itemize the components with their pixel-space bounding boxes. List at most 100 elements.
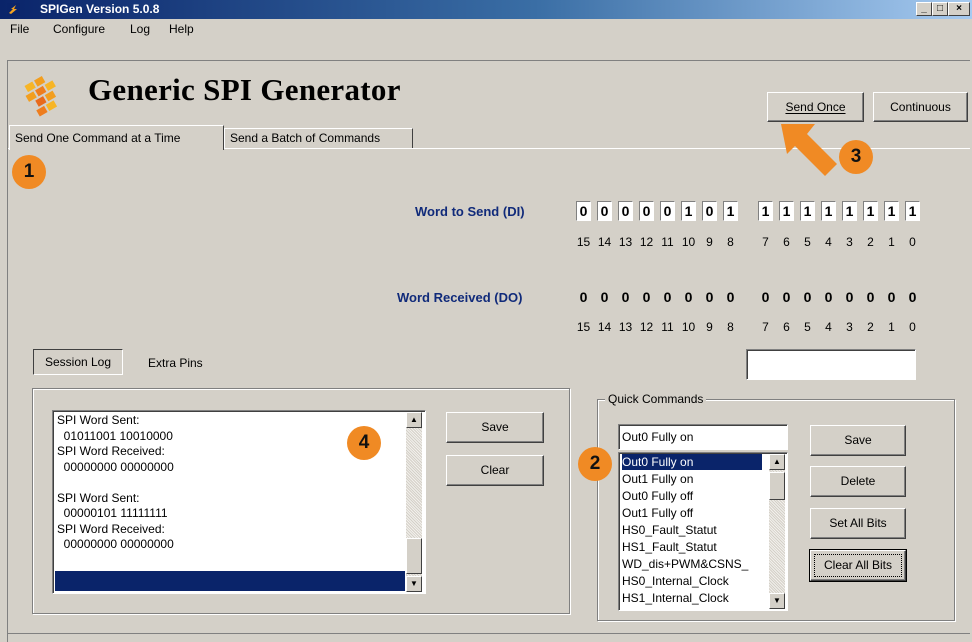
scroll-up-icon[interactable]: ▲ <box>406 412 422 428</box>
recv-bit-high-1: 0 <box>600 289 609 305</box>
quick-command-item[interactable]: HS1_Fault_Statut <box>622 539 762 555</box>
word-received-label: Word Received (DO) <box>397 290 523 305</box>
tab-send-one-command[interactable]: Send One Command at a Time <box>9 125 224 150</box>
log-line: SPI Word Sent: <box>57 490 140 505</box>
minimize-button[interactable]: _ <box>916 2 932 16</box>
send-bit-index-low-1: 6 <box>783 235 790 249</box>
qc-scroll-down-icon[interactable]: ▼ <box>769 593 785 609</box>
quick-commands-title: Quick Commands <box>605 392 707 406</box>
clear-all-bits-button[interactable]: Clear All Bits <box>809 549 907 582</box>
send-bit-high-4[interactable]: 0 <box>660 201 675 221</box>
send-bit-low-5[interactable]: 1 <box>863 201 878 221</box>
send-bit-low-4[interactable]: 1 <box>842 201 857 221</box>
send-bit-low-1[interactable]: 1 <box>779 201 794 221</box>
menu-log[interactable]: Log <box>130 22 150 36</box>
quick-command-item[interactable]: Out0 Fully on <box>622 454 762 470</box>
menu-configure[interactable]: Configure <box>53 22 105 36</box>
log-clear-button[interactable]: Clear <box>446 455 544 486</box>
send-bit-index-low-2: 5 <box>804 235 811 249</box>
qc-scroll-thumb[interactable] <box>769 472 785 500</box>
recv-bit-low-3: 0 <box>824 289 833 305</box>
quick-command-item[interactable]: HS1_Internal_Clock <box>622 590 762 606</box>
tab-send-batch-label: Send a Batch of Commands <box>230 131 381 145</box>
qc-save-button[interactable]: Save <box>810 425 906 456</box>
recv-bit-low-1: 0 <box>782 289 791 305</box>
recv-bit-index-low-5: 2 <box>867 320 874 334</box>
recv-bit-low-2: 0 <box>803 289 812 305</box>
bit-index-row-send-low: 76543210 <box>758 235 928 251</box>
pointer-arrow-icon <box>781 124 837 176</box>
panel-top-edge <box>8 60 970 61</box>
send-bit-high-0[interactable]: 0 <box>576 201 591 221</box>
recv-bit-high-5: 0 <box>684 289 693 305</box>
recv-bit-high-3: 0 <box>642 289 651 305</box>
recv-bit-index-low-3: 4 <box>825 320 832 334</box>
qc-delete-label: Delete <box>840 474 876 488</box>
session-log-tab[interactable]: Session Log <box>33 349 123 375</box>
send-high-byte: 00000101 <box>576 201 746 223</box>
log-save-label: Save <box>481 420 509 434</box>
recv-bit-index-high-7: 8 <box>727 320 734 334</box>
log-clear-label: Clear <box>480 463 510 477</box>
tab-send-batch[interactable]: Send a Batch of Commands <box>224 128 413 148</box>
send-bit-high-3[interactable]: 0 <box>639 201 654 221</box>
recv-bit-low-7: 0 <box>908 289 917 305</box>
scroll-thumb[interactable] <box>406 538 422 574</box>
send-bit-high-7[interactable]: 1 <box>723 201 738 221</box>
quick-command-item[interactable]: HS0_Internal_Clock <box>622 573 762 589</box>
send-bit-index-low-3: 4 <box>825 235 832 249</box>
send-once-label: Send Once <box>785 100 846 114</box>
send-bit-low-2[interactable]: 1 <box>800 201 815 221</box>
quick-command-item[interactable]: WD_dis+PWM&CSNS_ <box>622 556 762 572</box>
app-icon <box>7 3 20 16</box>
maximize-button[interactable]: □ <box>932 2 948 16</box>
send-bit-index-high-5: 10 <box>681 235 696 249</box>
recv-bit-index-high-5: 10 <box>681 320 696 334</box>
send-bit-low-0[interactable]: 1 <box>758 201 773 221</box>
recv-bit-high-7: 0 <box>726 289 735 305</box>
recv-bit-index-high-3: 12 <box>639 320 654 334</box>
log-line: 00000000 00000000 <box>57 537 174 551</box>
qc-scroll-up-icon[interactable]: ▲ <box>769 454 785 470</box>
send-bit-low-6[interactable]: 1 <box>884 201 899 221</box>
send-bit-low-3[interactable]: 1 <box>821 201 836 221</box>
recv-bit-index-low-2: 5 <box>804 320 811 334</box>
send-bit-index-low-0: 7 <box>762 235 769 249</box>
freescale-logo-icon <box>24 76 58 117</box>
send-low-byte: 11111111 <box>758 201 928 223</box>
quick-command-scrollbar[interactable]: ▲ ▼ <box>769 454 785 609</box>
extra-pins-tab[interactable]: Extra Pins <box>148 356 203 370</box>
send-bit-high-1[interactable]: 0 <box>597 201 612 221</box>
qc-delete-button[interactable]: Delete <box>810 466 906 497</box>
quick-command-list[interactable]: Out0 Fully on Out1 Fully on Out0 Fully off… <box>618 452 788 611</box>
send-bit-low-7[interactable]: 1 <box>905 201 920 221</box>
log-line: SPI Word Received: <box>57 444 165 458</box>
title-bar[interactable]: SPIGen Version 5.0.8 _ □ × <box>0 0 972 19</box>
log-selected-row[interactable] <box>55 571 405 591</box>
menu-help[interactable]: Help <box>169 22 194 36</box>
set-all-bits-button[interactable]: Set All Bits <box>810 508 906 539</box>
quick-command-input[interactable]: Out0 Fully on <box>618 424 788 450</box>
send-bit-high-5[interactable]: 1 <box>681 201 696 221</box>
quick-command-item[interactable]: HS0_Fault_Statut <box>622 522 762 538</box>
quick-command-item[interactable]: Out0 Fully off <box>622 488 762 504</box>
log-save-button[interactable]: Save <box>446 412 544 443</box>
send-bit-index-low-7: 0 <box>909 235 916 249</box>
log-line: 00000101 11111111 <box>57 506 168 520</box>
quick-command-item[interactable]: Out1 Fully off <box>622 505 762 521</box>
log-line: 01011001 10010000 <box>57 428 173 443</box>
recv-bit-index-high-6: 9 <box>706 320 713 334</box>
send-bit-index-low-6: 1 <box>888 235 895 249</box>
menu-bar: File Configure Log Help <box>0 19 972 39</box>
send-bit-high-2[interactable]: 0 <box>618 201 633 221</box>
scroll-down-icon[interactable]: ▼ <box>406 576 422 592</box>
menu-file[interactable]: File <box>10 22 29 36</box>
log-scrollbar[interactable]: ▲ ▼ <box>406 412 422 592</box>
close-button[interactable]: × <box>948 2 970 16</box>
extra-value-field[interactable] <box>746 349 916 380</box>
quick-command-item[interactable]: Out1 Fully on <box>622 471 762 487</box>
continuous-button[interactable]: Continuous <box>873 92 968 122</box>
tab-send-one-label: Send One Command at a Time <box>15 131 181 145</box>
send-bit-index-high-7: 8 <box>727 235 734 249</box>
send-bit-high-6[interactable]: 0 <box>702 201 717 221</box>
